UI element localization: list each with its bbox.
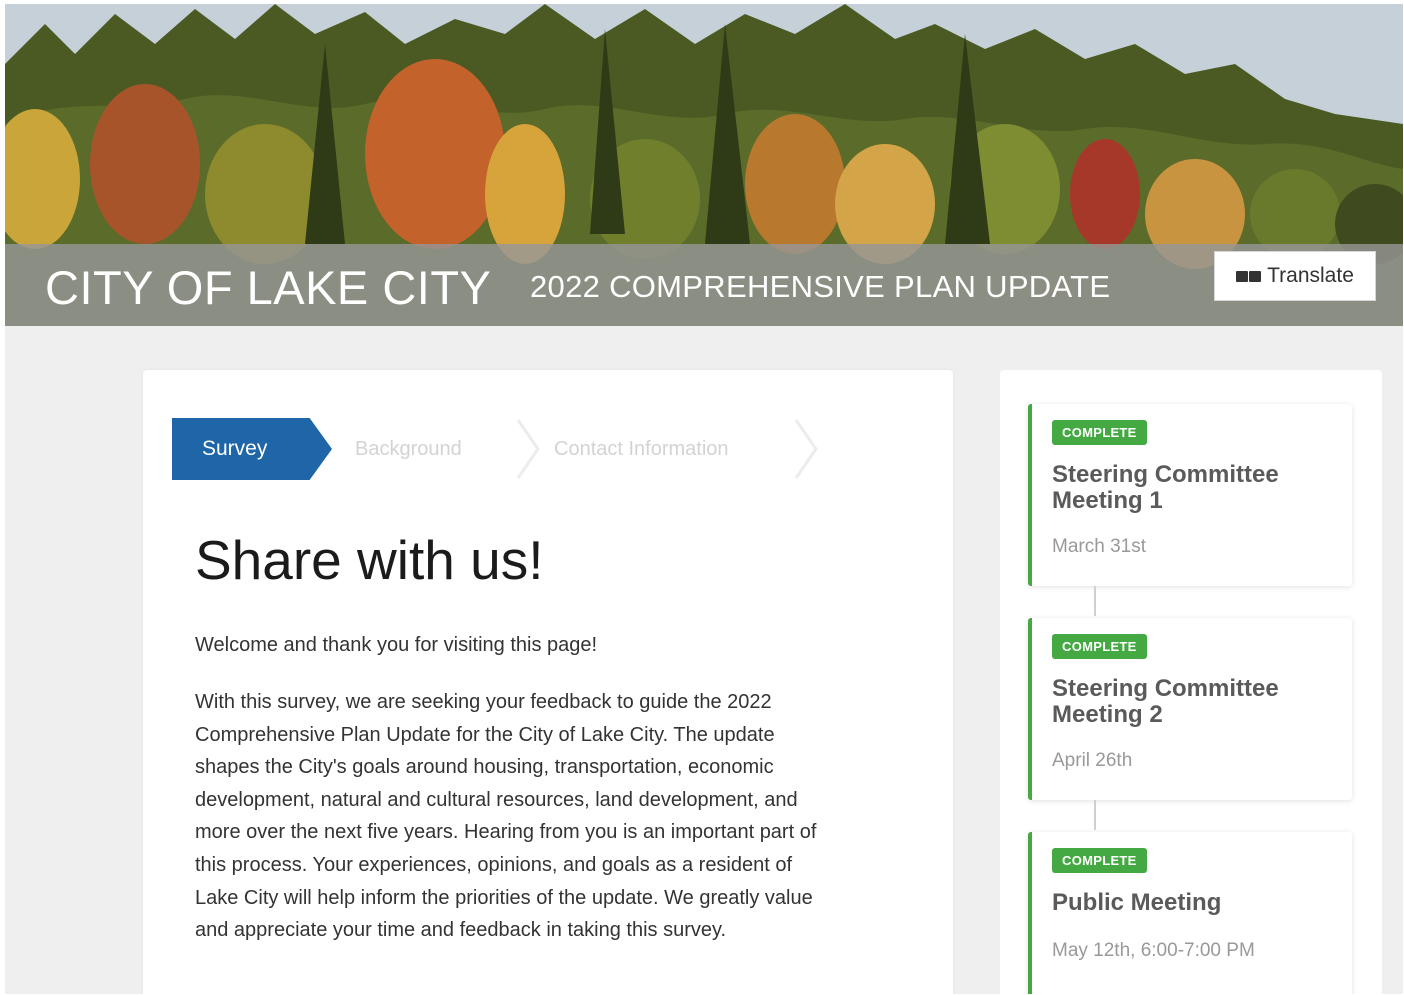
survey-card: Survey Background Contact Information Sh…	[143, 370, 953, 994]
step-survey[interactable]: Survey	[172, 418, 332, 480]
paragraph-line: this process. Your experiences, opinions…	[195, 853, 793, 876]
chevron-right-icon	[794, 419, 818, 479]
site-title: CITY OF LAKE CITY	[45, 261, 492, 314]
hero-banner: CITY OF LAKE CITY 2022 COMPREHENSIVE PLA…	[5, 4, 1403, 326]
timeline-item-date: March 31st	[1052, 536, 1146, 557]
paragraph-line: development, natural and cultural resour…	[195, 788, 798, 811]
stepper: Survey Background Contact Information	[172, 418, 832, 482]
status-badge: COMPLETE	[1052, 848, 1147, 873]
step-label: Background	[355, 437, 462, 460]
page-title: Share with us!	[195, 529, 544, 591]
timeline-connector	[1094, 800, 1096, 830]
step-background[interactable]: Background	[355, 418, 462, 480]
paragraph-line: Comprehensive Plan Update for the City o…	[195, 723, 775, 746]
step-contact-information[interactable]: Contact Information	[554, 418, 729, 480]
page-frame: CITY OF LAKE CITY 2022 COMPREHENSIVE PLA…	[5, 4, 1403, 994]
site-subtitle: 2022 COMPREHENSIVE PLAN UPDATE	[530, 269, 1111, 304]
translate-button[interactable]: Translate	[1214, 251, 1376, 301]
timeline-panel: COMPLETE Steering Committee Meeting 1 Ma…	[1000, 370, 1382, 994]
welcome-text: Welcome and thank you for visiting this …	[195, 634, 598, 656]
paragraph-line: and appreciate your time and feedback in…	[195, 919, 727, 942]
step-label: Survey	[202, 437, 268, 460]
intro-paragraph: With this survey, we are seeking your fe…	[195, 686, 905, 947]
timeline-connector	[1094, 586, 1096, 616]
timeline-item-date: April 26th	[1052, 750, 1133, 771]
timeline-item-title: Steering Committee Meeting 1	[1052, 461, 1279, 514]
timeline-item-title: Public Meeting	[1052, 889, 1222, 916]
timeline-item[interactable]: COMPLETE Steering Committee Meeting 1 Ma…	[1028, 404, 1352, 586]
timeline-item[interactable]: COMPLETE Public Meeting May 12th, 6:00-7…	[1028, 832, 1352, 994]
status-badge: COMPLETE	[1052, 420, 1147, 445]
paragraph-line: Lake City will help inform the prioritie…	[195, 886, 813, 909]
translate-label: Translate	[1267, 264, 1354, 287]
step-label: Contact Information	[554, 437, 729, 460]
paragraph-line: more over the next five years. Hearing f…	[195, 821, 817, 844]
timeline-item-title: Steering Committee Meeting 2	[1052, 675, 1279, 728]
translate-icon	[1236, 270, 1262, 282]
timeline-item[interactable]: COMPLETE Steering Committee Meeting 2 Ap…	[1028, 618, 1352, 800]
status-badge: COMPLETE	[1052, 634, 1147, 659]
paragraph-line: With this survey, we are seeking your fe…	[195, 691, 772, 713]
chevron-right-icon	[516, 419, 540, 479]
paragraph-line: shapes the City's goals around housing, …	[195, 756, 774, 779]
timeline-item-date: May 12th, 6:00-7:00 PM	[1052, 940, 1255, 961]
